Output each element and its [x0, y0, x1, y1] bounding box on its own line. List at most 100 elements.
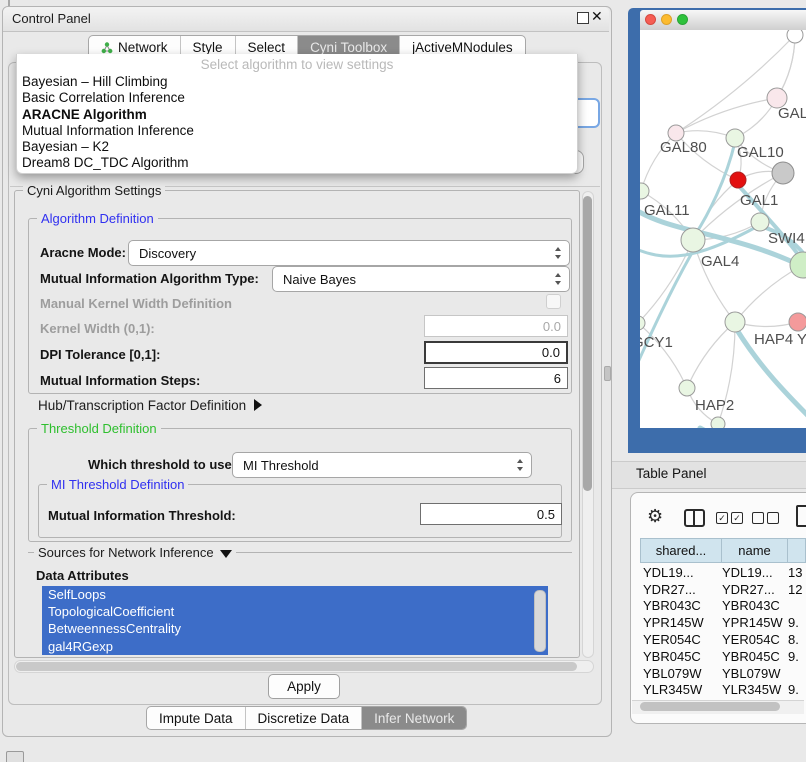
tab-label: Style: [193, 40, 223, 55]
sources-expander[interactable]: Sources for Network Inference: [34, 545, 236, 560]
deselect-all-checkboxes-icon[interactable]: [752, 512, 779, 524]
network-node[interactable]: [772, 162, 794, 184]
column-header-3[interactable]: [788, 538, 806, 563]
network-canvas[interactable]: GALGAL80GAL10GAL1GAL11SWI4GAL4GCY1HAP4YH…: [640, 30, 806, 428]
network-node[interactable]: [790, 252, 806, 278]
attributes-list-scrollbar[interactable]: [534, 590, 546, 652]
table-header-row: shared...name: [640, 538, 806, 563]
table-cell: 9.: [788, 649, 806, 664]
application-window: Control Panel ✕ NetworkStyleSelectCyni T…: [0, 0, 806, 762]
table-cell: 8.: [788, 632, 806, 647]
group-title: Threshold Definition: [37, 421, 161, 436]
network-node[interactable]: [787, 30, 803, 43]
dropdown-item-bayesian-hill-climbing[interactable]: Bayesian – Hill Climbing: [17, 74, 577, 90]
table-cell: YDL19...: [722, 565, 788, 580]
threshold-value: MI Threshold: [233, 458, 319, 473]
close-icon[interactable]: ✕: [591, 8, 603, 25]
network-node[interactable]: [640, 183, 649, 199]
network-node[interactable]: [681, 228, 705, 252]
float-window-icon[interactable]: [577, 12, 589, 24]
table-cell: YLR345W: [640, 682, 722, 697]
dpi-tolerance-field[interactable]: 0.0: [424, 341, 568, 364]
sources-title: Sources for Network Inference: [38, 545, 214, 560]
split-columns-icon[interactable]: [684, 509, 705, 527]
data-attributes-list[interactable]: SelfLoopsTopologicalCoefficientBetweenne…: [42, 586, 548, 655]
node-label-gal80: GAL80: [660, 139, 707, 156]
table-cell: 13: [788, 565, 806, 580]
column-header-1[interactable]: shared...: [640, 538, 722, 563]
network-node[interactable]: [679, 380, 695, 396]
minimize-traffic-light-icon[interactable]: [661, 14, 672, 25]
tab-infer-network[interactable]: Infer Network: [361, 707, 466, 729]
aracne-mode-value: Discovery: [129, 246, 196, 261]
network-node[interactable]: [730, 172, 746, 188]
table-row[interactable]: YDL19...YDL19...13: [640, 564, 806, 581]
expander-right-icon: [254, 399, 262, 411]
mi-threshold-label: Mutual Information Threshold:: [48, 508, 236, 523]
network-node[interactable]: [751, 213, 769, 231]
table-cell: YER054C: [640, 632, 722, 647]
tab-label: Discretize Data: [258, 711, 350, 726]
dropdown-item-bayesian-k2[interactable]: Bayesian – K2: [17, 139, 577, 155]
table-body: YDL19...YDL19...13YDR27...YDR27...12YBR0…: [640, 564, 806, 708]
settings-vertical-scrollbar-thumb[interactable]: [583, 196, 592, 491]
close-traffic-light-icon[interactable]: [645, 14, 656, 25]
manual-kernel-checkbox[interactable]: [546, 294, 561, 309]
attribute-item-betweennesscentrality[interactable]: BetweennessCentrality: [42, 620, 548, 637]
node-label-swi4: SWI4: [768, 230, 805, 247]
table-cell: 9.: [788, 615, 806, 630]
settings-horizontal-scrollbar-thumb[interactable]: [16, 662, 577, 671]
table-row[interactable]: YBR043CYBR043C: [640, 598, 806, 615]
table-row[interactable]: YBL079WYBL079W: [640, 665, 806, 682]
network-node[interactable]: [711, 417, 725, 428]
expander-down-icon: [220, 550, 232, 558]
threshold-select[interactable]: MI Threshold: [232, 452, 532, 478]
table-cell: YBL079W: [722, 666, 788, 681]
mi-type-value: Naive Bayes: [273, 272, 356, 287]
column-header-2[interactable]: name: [722, 538, 788, 563]
dropdown-item-dream8-dc-tdc-algorithm[interactable]: Dream8 DC_TDC Algorithm: [17, 155, 577, 171]
aracne-mode-select[interactable]: Discovery: [128, 240, 570, 266]
table-row[interactable]: YLR345WYLR345W9.: [640, 682, 806, 699]
table-cell: YBR045C: [640, 649, 722, 664]
kernel-width-field[interactable]: 0.0: [424, 315, 568, 337]
network-node[interactable]: [725, 312, 745, 332]
stepper-arrows-icon: [555, 247, 562, 259]
node-label-gal10: GAL10: [737, 144, 784, 161]
table-row[interactable]: YDR27...YDR27...12: [640, 581, 806, 598]
dropdown-item-aracne-algorithm[interactable]: ARACNE Algorithm: [17, 107, 577, 123]
mi-steps-field[interactable]: 6: [424, 367, 568, 389]
attribute-item-topologicalcoefficient[interactable]: TopologicalCoefficient: [42, 603, 548, 620]
corner-widget-icon[interactable]: [6, 751, 24, 762]
tab-label: Infer Network: [374, 711, 454, 726]
tab-impute-data[interactable]: Impute Data: [147, 707, 245, 729]
apply-button[interactable]: Apply: [268, 674, 340, 699]
hub-definition-label: Hub/Transcription Factor Definition: [38, 398, 246, 413]
document-icon[interactable]: [796, 505, 806, 527]
mi-type-select[interactable]: Naive Bayes: [272, 266, 570, 292]
select-all-checkboxes-icon[interactable]: ✓ ✓: [716, 512, 743, 524]
table-cell: YER054C: [722, 632, 788, 647]
tab-label: Cyni Toolbox: [310, 40, 387, 55]
tab-discretize-data[interactable]: Discretize Data: [245, 707, 362, 729]
mi-threshold-field[interactable]: 0.5: [420, 503, 562, 525]
dropdown-item-mutual-information-inference[interactable]: Mutual Information Inference: [17, 123, 577, 139]
dropdown-item-basic-correlation-inference[interactable]: Basic Correlation Inference: [17, 90, 577, 106]
attribute-item-selfloops[interactable]: SelfLoops: [42, 586, 548, 603]
splitter-handle[interactable]: [604, 366, 611, 381]
attribute-item-gal4rgexp[interactable]: gal4RGexp: [42, 638, 548, 655]
table-cell: YBL079W: [640, 666, 722, 681]
table-cell: YPR145W: [640, 615, 722, 630]
gear-icon[interactable]: ⚙: [647, 506, 663, 527]
node-label-gal4: GAL4: [701, 253, 739, 270]
table-row[interactable]: YER054CYER054C8.: [640, 631, 806, 648]
table-row[interactable]: YPR145WYPR145W9.: [640, 614, 806, 631]
node-label-hap4: HAP4: [754, 331, 793, 348]
zoom-traffic-light-icon[interactable]: [677, 14, 688, 25]
table-row[interactable]: YBR045CYBR045C9.: [640, 648, 806, 665]
table-horizontal-scrollbar-thumb[interactable]: [640, 702, 780, 711]
table-cell: YDR27...: [722, 582, 788, 597]
network-node[interactable]: [789, 313, 806, 331]
hub-definition-expander[interactable]: Hub/Transcription Factor Definition: [38, 398, 262, 413]
node-label-gal: GAL: [778, 105, 806, 122]
